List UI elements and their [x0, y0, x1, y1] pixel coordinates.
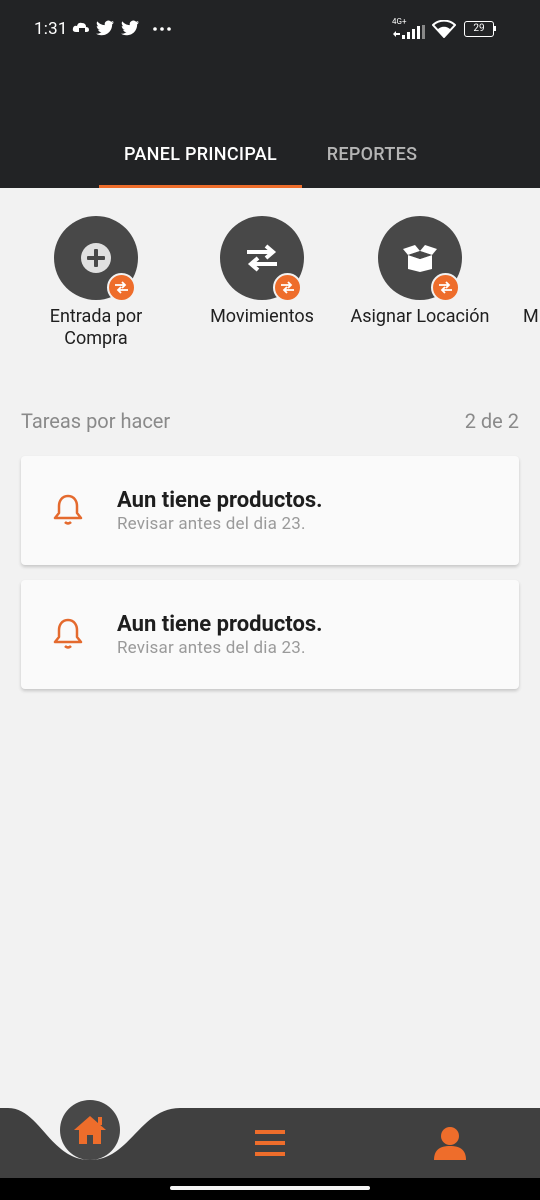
status-right: 4G+ 29 [392, 17, 502, 41]
tab-reportes[interactable]: REPORTES [320, 144, 424, 165]
wifi-icon [432, 20, 456, 38]
bell-icon [53, 618, 83, 649]
tasks-header: Tareas por hacer 2 de 2 [21, 409, 519, 433]
home-gesture-handle[interactable] [170, 1186, 370, 1190]
swap-badge-icon [431, 273, 460, 302]
battery-level: 29 [473, 23, 485, 34]
swap-badge-icon [273, 273, 302, 302]
signal-icon [393, 25, 425, 39]
quick-action-asignar-locacion[interactable]: Asignar Locación [340, 216, 500, 328]
task-title: Aun tiene productos. [117, 488, 323, 513]
twitter-icon [121, 20, 139, 36]
tab-bar: PANEL PRINCIPAL REPORTES [0, 130, 540, 188]
task-title: Aun tiene productos. [117, 612, 323, 637]
quick-action-icon-circle [54, 216, 138, 302]
home-icon [74, 1116, 106, 1144]
cloud-notification-icon [72, 22, 89, 32]
quick-action-icon-circle [220, 216, 304, 302]
user-icon[interactable] [433, 1126, 467, 1160]
app-header: 1:31 4G+ 29 PANEL PRINCIPAL REPORTES [0, 0, 540, 188]
bell-icon [53, 494, 83, 525]
quick-action-label: M [523, 306, 539, 327]
quick-action-icon-circle [378, 216, 462, 302]
task-card[interactable]: Aun tiene productos. Revisar antes del d… [21, 580, 519, 689]
quick-action-partial[interactable]: M [523, 306, 540, 327]
tasks-count: 2 de 2 [464, 409, 519, 433]
task-subtitle: Revisar antes del dia 23. [117, 638, 306, 658]
plus-circle-icon [81, 243, 111, 273]
battery-icon: 29 [464, 21, 494, 37]
quick-action-entrada-compra[interactable]: Entrada por Compra [16, 216, 176, 350]
task-card[interactable]: Aun tiene productos. Revisar antes del d… [21, 456, 519, 565]
tab-panel-principal[interactable]: PANEL PRINCIPAL [99, 144, 302, 165]
menu-icon[interactable] [255, 1129, 285, 1157]
quick-action-label: Movimientos [210, 306, 314, 327]
status-bar: 1:31 4G+ 29 [0, 0, 540, 60]
nav-home-button[interactable] [60, 1100, 120, 1160]
quick-action-label: Asignar Locación [350, 306, 490, 327]
swap-arrows-icon [247, 244, 277, 272]
twitter-icon [96, 20, 114, 36]
battery-tip [494, 26, 496, 31]
status-time: 1:31 [34, 19, 68, 39]
more-notifications-icon [153, 27, 171, 31]
swap-badge-icon [107, 273, 136, 302]
task-subtitle: Revisar antes del dia 23. [117, 514, 306, 534]
open-box-icon [403, 245, 437, 272]
quick-action-movimientos[interactable]: Movimientos [182, 216, 342, 328]
quick-action-label: Entrada por Compra [49, 306, 143, 349]
active-tab-indicator [99, 185, 302, 188]
tasks-heading: Tareas por hacer [21, 409, 171, 433]
